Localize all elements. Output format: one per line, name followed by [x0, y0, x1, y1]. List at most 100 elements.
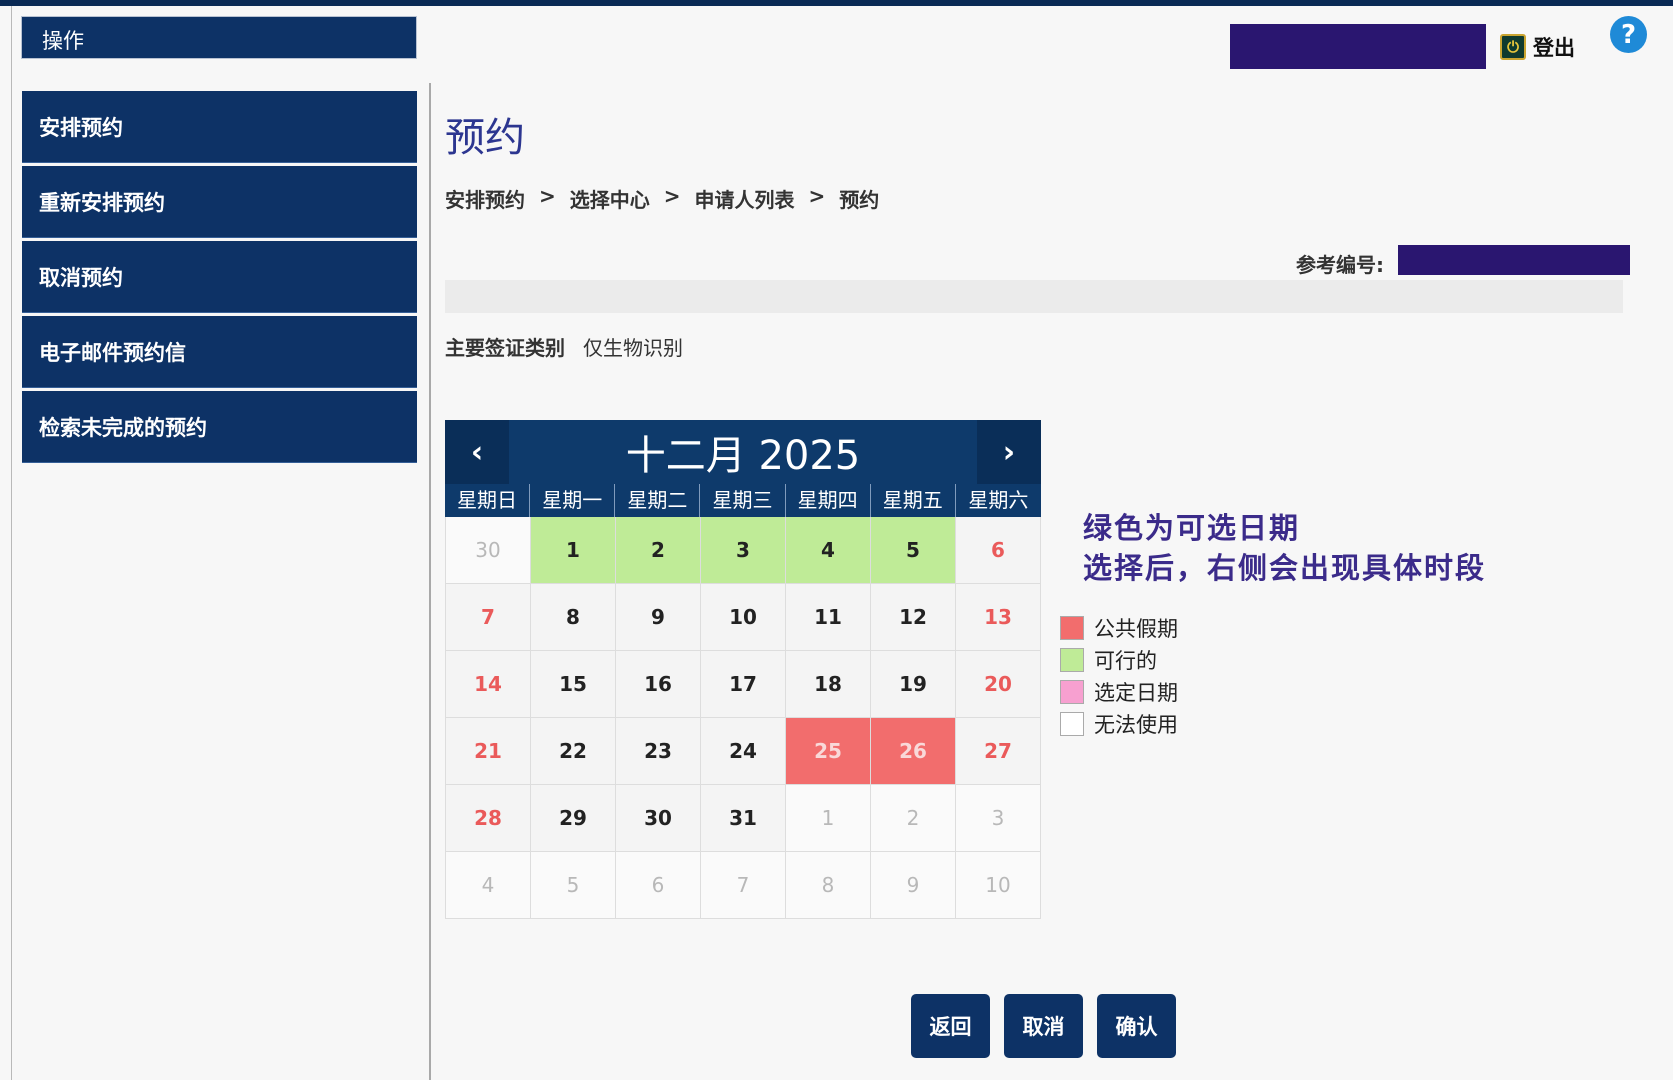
- calendar-weekday: 星期五: [871, 484, 956, 517]
- annotation-line: 选择后，右侧会出现具体时段: [1083, 551, 1487, 585]
- calendar-day: 12: [871, 584, 956, 651]
- calendar-weekday: 星期一: [530, 484, 616, 517]
- calendar-header: ‹ 十二月 2025 ›: [445, 420, 1041, 484]
- calendar-day: 8: [531, 584, 616, 651]
- calendar-day: 4: [446, 852, 531, 919]
- logout-link[interactable]: ⏻ 登出: [1500, 32, 1575, 62]
- calendar-day: 30: [616, 785, 701, 852]
- calendar-day: 27: [956, 718, 1041, 785]
- calendar-day: 1: [786, 785, 871, 852]
- sidebar: 安排预约 重新安排预约 取消预约 电子邮件预约信 检索未完成的预约: [22, 91, 417, 466]
- legend-label: 选定日期: [1094, 681, 1178, 705]
- calendar-day: 18: [786, 651, 871, 718]
- legend-swatch: [1060, 616, 1084, 640]
- calendar-day: 21: [446, 718, 531, 785]
- breadcrumb: 安排预约 > 选择中心 > 申请人列表 > 预约: [445, 184, 879, 213]
- visa-category-value: 仅生物识别: [583, 336, 683, 360]
- calendar-day: 5: [531, 852, 616, 919]
- calendar-day: 28: [446, 785, 531, 852]
- action-buttons: 返回 取消 确认: [911, 994, 1176, 1058]
- calendar-day: 14: [446, 651, 531, 718]
- calendar-day: 23: [616, 718, 701, 785]
- calendar-day: 24: [701, 718, 786, 785]
- calendar-day: 3: [956, 785, 1041, 852]
- sidebar-item-cancel[interactable]: 取消预约: [22, 241, 417, 313]
- calendar-day: 15: [531, 651, 616, 718]
- calendar-day: 2: [871, 785, 956, 852]
- calendar-day: 25: [786, 718, 871, 785]
- calendar-day[interactable]: 4: [786, 517, 871, 584]
- legend-label: 公共假期: [1094, 617, 1178, 641]
- back-button[interactable]: 返回: [911, 994, 990, 1058]
- help-icon[interactable]: ?: [1610, 16, 1647, 53]
- calendar-weekday: 星期日: [445, 484, 531, 517]
- calendar-day: 19: [871, 651, 956, 718]
- sidebar-item-schedule[interactable]: 安排预约: [22, 91, 417, 163]
- legend-item: 公共假期: [1060, 612, 1178, 644]
- power-icon: ⏻: [1500, 34, 1526, 60]
- calendar-weekday: 星期四: [786, 484, 871, 517]
- annotation-note: 绿色为可选日期 选择后，右侧会出现具体时段: [1083, 508, 1486, 588]
- calendar-month-title: 十二月 2025: [625, 433, 861, 479]
- legend-item: 无法使用: [1060, 708, 1178, 740]
- calendar-day: 20: [956, 651, 1041, 718]
- calendar-day[interactable]: 2: [616, 517, 701, 584]
- calendar-day[interactable]: 3: [701, 517, 786, 584]
- calendar-day: 29: [531, 785, 616, 852]
- annotation-line: 绿色为可选日期: [1083, 511, 1301, 545]
- next-month-button[interactable]: ›: [976, 420, 1041, 484]
- sidebar-item-email-letter[interactable]: 电子邮件预约信: [22, 316, 417, 388]
- left-border: [11, 6, 12, 1080]
- calendar-day: 8: [786, 852, 871, 919]
- calendar-day: 9: [871, 852, 956, 919]
- calendar-weekday: 星期二: [615, 484, 701, 517]
- logout-label: 登出: [1533, 36, 1575, 60]
- breadcrumb-item: 预约: [839, 188, 880, 212]
- legend-label: 可行的: [1094, 649, 1157, 673]
- breadcrumb-item: 选择中心: [569, 188, 650, 212]
- info-band: [445, 280, 1623, 313]
- calendar-day: 11: [786, 584, 871, 651]
- top-strip: [0, 0, 1673, 6]
- calendar-day: 6: [616, 852, 701, 919]
- calendar-day: 16: [616, 651, 701, 718]
- legend-label: 无法使用: [1094, 713, 1178, 737]
- reference-number-redacted: [1398, 245, 1630, 275]
- confirm-button[interactable]: 确认: [1097, 994, 1176, 1058]
- calendar-days-grid: 30 1 2 3 4 5 6 7 8 9 10 11 12 13 14 15 16 17 18 19 20 21 22 23 2…: [445, 517, 1041, 919]
- user-name-redacted: [1230, 24, 1486, 69]
- calendar-day: 10: [956, 852, 1041, 919]
- prev-month-button[interactable]: ‹: [445, 420, 509, 484]
- breadcrumb-item: 申请人列表: [694, 188, 795, 212]
- calendar-weekday: 星期六: [968, 488, 1029, 512]
- calendar-day: 10: [701, 584, 786, 651]
- calendar-day: 30: [446, 517, 531, 584]
- calendar-day[interactable]: 1: [531, 517, 616, 584]
- legend-swatch: [1060, 712, 1084, 736]
- calendar-weekday: 星期三: [700, 484, 786, 517]
- calendar-day: 9: [616, 584, 701, 651]
- calendar-legend: 公共假期可行的选定日期无法使用: [1060, 612, 1178, 740]
- calendar-day: 31: [701, 785, 786, 852]
- calendar-day: 6: [956, 517, 1041, 584]
- calendar-day: 13: [956, 584, 1041, 651]
- calendar-day: 17: [701, 651, 786, 718]
- legend-item: 选定日期: [1060, 676, 1178, 708]
- calendar-day[interactable]: 5: [871, 517, 956, 584]
- calendar-day: 22: [531, 718, 616, 785]
- sidebar-divider: [429, 83, 431, 1080]
- legend-swatch: [1060, 648, 1084, 672]
- breadcrumb-item: 安排预约: [445, 188, 525, 212]
- cancel-button[interactable]: 取消: [1004, 994, 1083, 1058]
- sidebar-item-retrieve-incomplete[interactable]: 检索未完成的预约: [22, 391, 417, 463]
- legend-swatch: [1060, 680, 1084, 704]
- sidebar-item-reschedule[interactable]: 重新安排预约: [22, 166, 417, 238]
- legend-item: 可行的: [1060, 644, 1178, 676]
- calendar-day: 7: [701, 852, 786, 919]
- visa-category-label: 主要签证类别: [445, 336, 565, 360]
- calendar-day: 26: [871, 718, 956, 785]
- calendar: ‹ 十二月 2025 › 星期日 星期一 星期二 星期三 星期四 星期五 星期六 30 1 2 3…: [445, 420, 1041, 919]
- visa-category-row: 主要签证类别 仅生物识别: [445, 332, 683, 361]
- reference-number-label: 参考编号:: [1296, 253, 1384, 277]
- calendar-weekday-row: 星期日 星期一 星期二 星期三 星期四 星期五 星期六: [445, 484, 1041, 517]
